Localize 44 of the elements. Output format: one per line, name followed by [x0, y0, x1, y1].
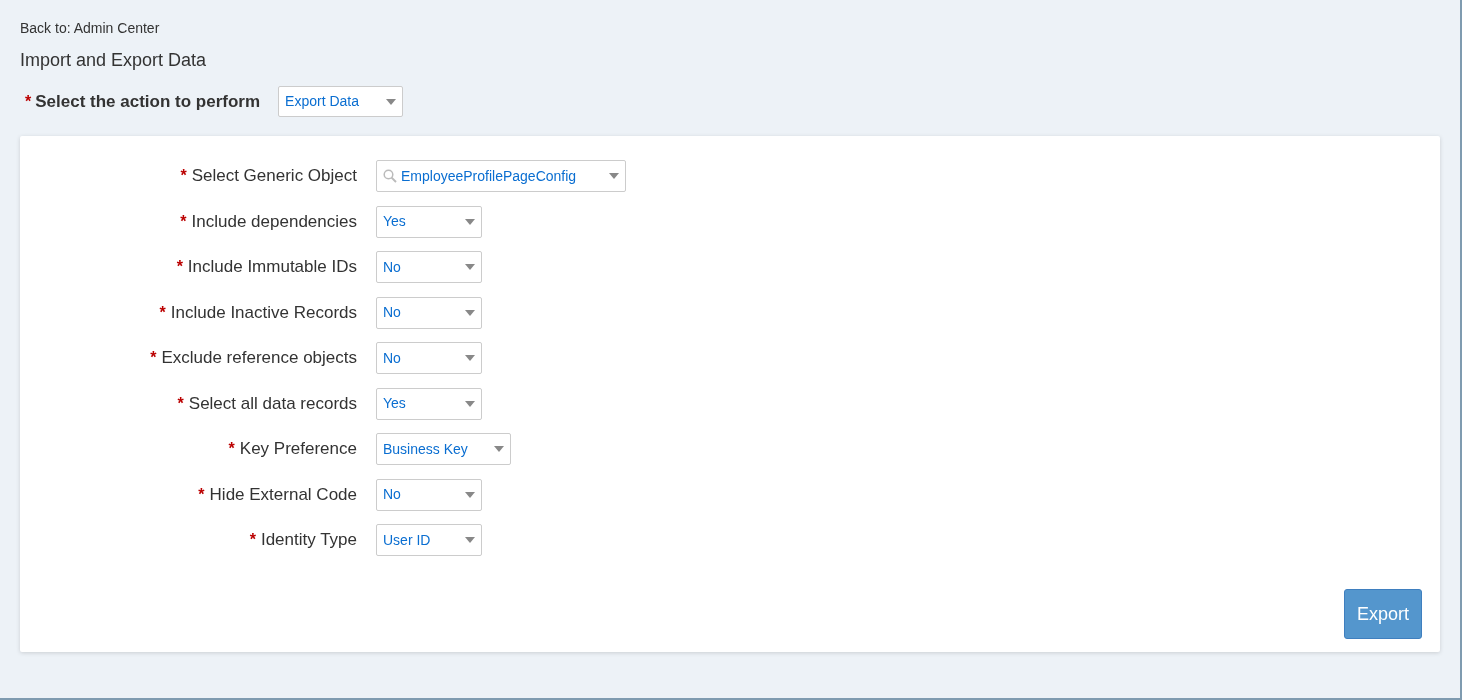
required-asterisk: * — [159, 302, 166, 323]
option-dropdown[interactable]: Business Key — [376, 433, 511, 465]
dropdown-caret-icon — [465, 537, 475, 543]
search-icon — [383, 169, 397, 183]
field-label: Select Generic Object — [191, 165, 357, 188]
required-asterisk: * — [180, 166, 187, 186]
required-asterisk: * — [228, 439, 235, 459]
action-label: Select the action to perform — [35, 90, 261, 113]
dropdown-caret-icon — [465, 264, 475, 270]
required-asterisk: * — [177, 393, 184, 414]
dropdown-caret-icon — [609, 173, 619, 179]
page-title: Import and Export Data — [20, 49, 208, 72]
dropdown-caret-icon — [465, 491, 475, 498]
required-asterisk: * — [180, 211, 187, 232]
back-link[interactable]: Back to: Admin Center — [20, 18, 1440, 38]
field-label: Hide External Code — [209, 483, 357, 506]
field-label: Exclude reference objects — [161, 347, 357, 370]
dropdown-caret-icon — [465, 309, 475, 316]
option-dropdown[interactable]: No — [376, 251, 482, 283]
option-dropdown[interactable]: Yes — [376, 387, 482, 420]
option-dropdown[interactable]: No — [376, 342, 482, 374]
option-dropdown[interactable]: No — [376, 296, 482, 329]
field-label: Select all data records — [188, 392, 357, 415]
action-dropdown[interactable]: Export Data — [278, 86, 404, 117]
export-button[interactable]: Export — [1344, 589, 1422, 639]
field-label: Identity Type — [260, 529, 357, 552]
option-dropdown[interactable]: Yes — [376, 205, 482, 238]
option-dropdown[interactable]: User ID — [376, 524, 482, 556]
required-asterisk: * — [25, 91, 32, 112]
required-asterisk: * — [249, 530, 256, 550]
option-dropdown[interactable]: No — [376, 478, 482, 511]
dropdown-caret-icon — [386, 98, 397, 105]
required-asterisk: * — [198, 484, 205, 505]
field-label: Include Immutable IDs — [187, 256, 357, 279]
field-label: Key Preference — [239, 438, 357, 461]
field-label: Include Inactive Records — [170, 301, 357, 324]
dropdown-caret-icon — [465, 355, 475, 361]
dropdown-caret-icon — [494, 446, 504, 452]
dropdown-caret-icon — [465, 400, 475, 407]
required-asterisk: * — [150, 348, 157, 368]
field-label: Include dependencies — [191, 210, 357, 233]
object-search-field[interactable]: EmployeeProfilePageConfig — [376, 160, 626, 192]
dropdown-caret-icon — [465, 218, 475, 225]
required-asterisk: * — [176, 257, 183, 277]
